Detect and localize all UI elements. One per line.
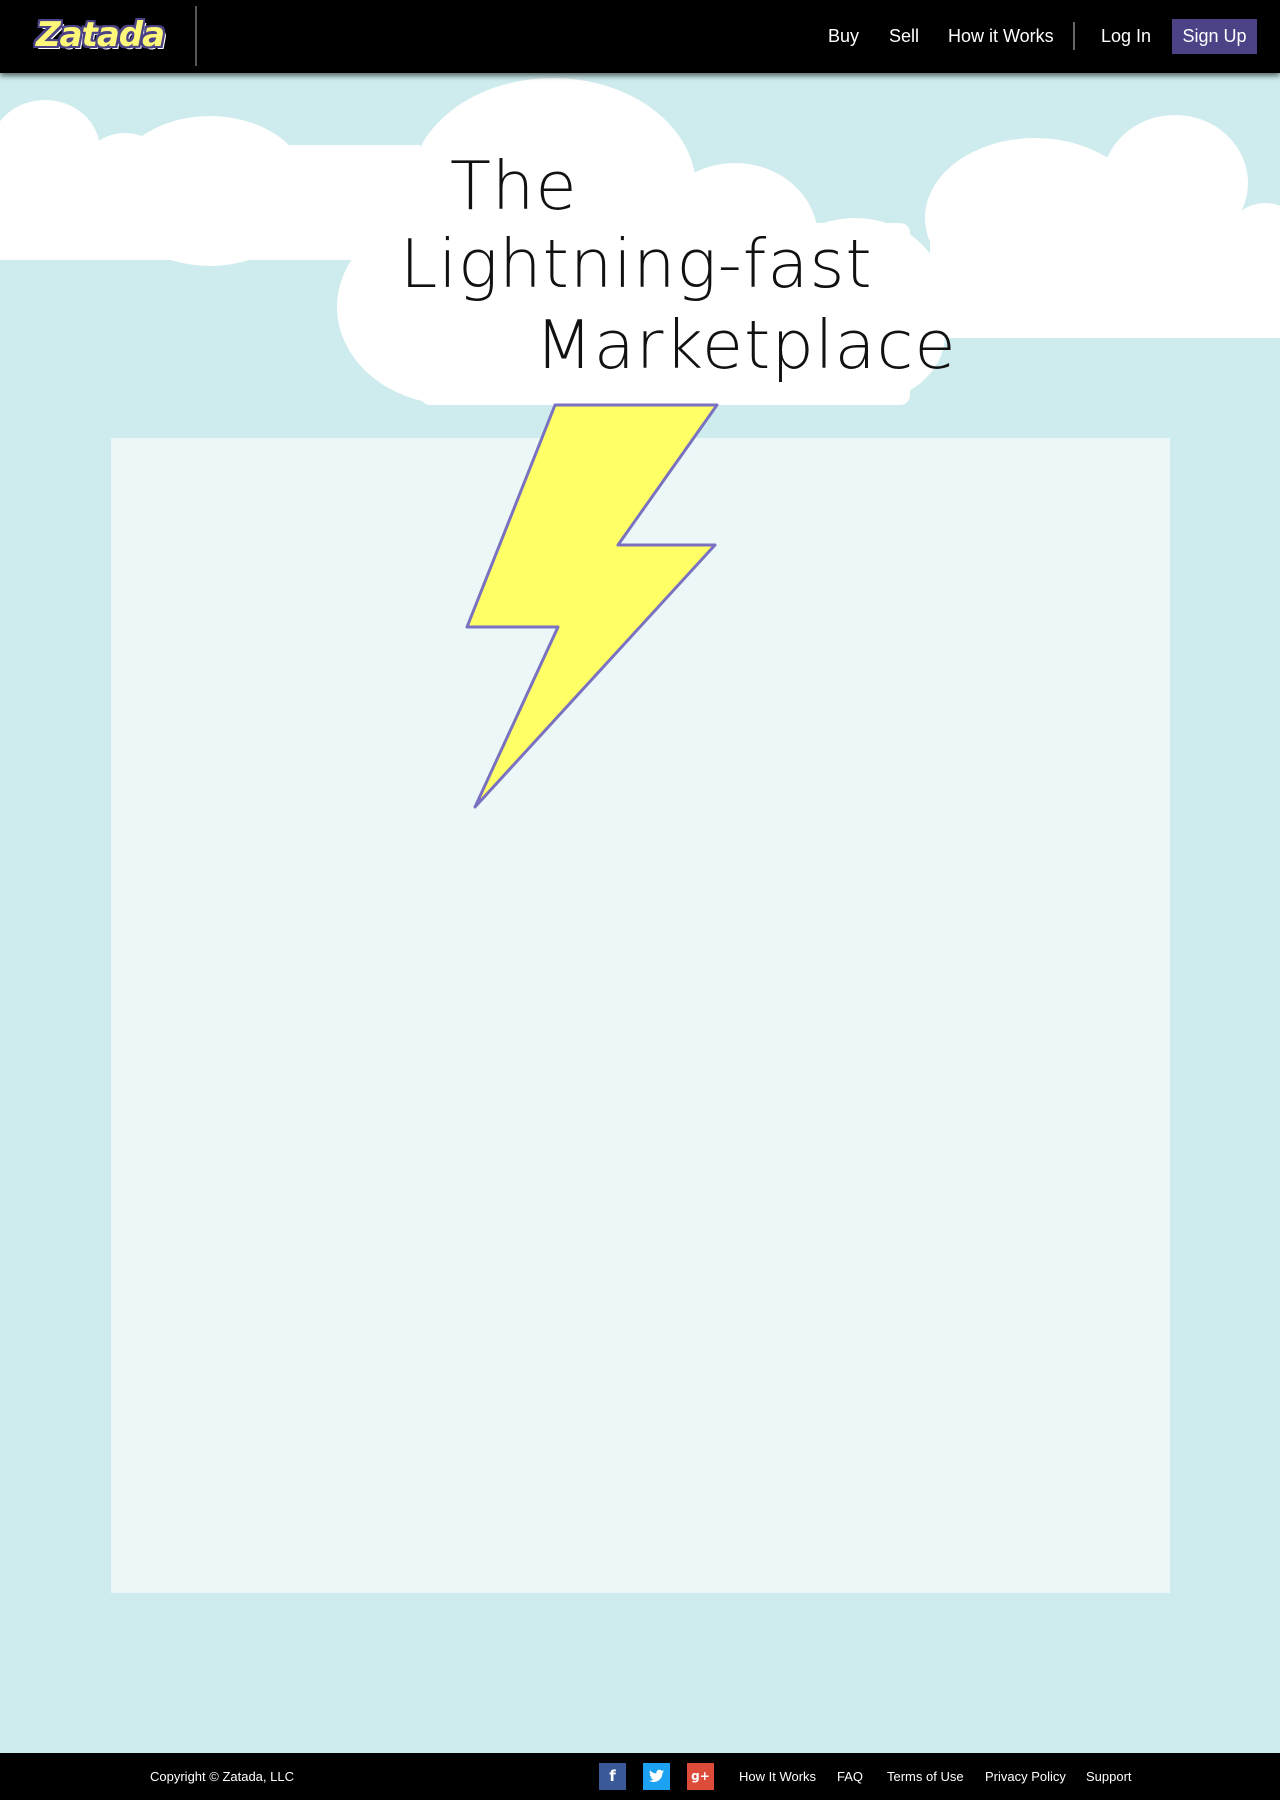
log-in-link[interactable]: Log In bbox=[1101, 22, 1151, 50]
footer: Copyright © Zatada, LLC f g+ How It Work… bbox=[0, 1753, 1280, 1800]
lightning-bolt-icon bbox=[465, 403, 719, 809]
nav-how-it-works-link[interactable]: How it Works bbox=[948, 22, 1054, 50]
footer-how-it-works-link[interactable]: How It Works bbox=[739, 1753, 816, 1800]
footer-support-link[interactable]: Support bbox=[1086, 1753, 1132, 1800]
nav-sell-link[interactable]: Sell bbox=[889, 22, 919, 50]
twitter-icon[interactable] bbox=[643, 1763, 670, 1790]
copyright-text: Copyright © Zatada, LLC bbox=[150, 1769, 294, 1784]
headline-line-1: The bbox=[450, 147, 578, 225]
footer-faq-link[interactable]: FAQ bbox=[837, 1753, 863, 1800]
footer-terms-link[interactable]: Terms of Use bbox=[887, 1753, 964, 1800]
page: Zatada Buy Sell How it Works Log In Sign… bbox=[0, 0, 1280, 1800]
headline-line-2: Lightning-fast bbox=[400, 225, 873, 303]
logo-divider bbox=[195, 6, 197, 66]
nav-divider bbox=[1073, 22, 1075, 50]
top-navigation-bar: Zatada Buy Sell How it Works Log In Sign… bbox=[0, 0, 1280, 73]
logo-text[interactable]: Zatada bbox=[36, 14, 165, 56]
facebook-icon[interactable]: f bbox=[599, 1763, 626, 1790]
nav-buy-link[interactable]: Buy bbox=[828, 22, 859, 50]
footer-privacy-link[interactable]: Privacy Policy bbox=[985, 1753, 1066, 1800]
twitter-bird-glyph bbox=[649, 1769, 664, 1782]
logo[interactable]: Zatada bbox=[36, 14, 165, 56]
headline-line-3: Marketplace bbox=[535, 306, 957, 384]
google-plus-icon[interactable]: g+ bbox=[687, 1763, 714, 1790]
sign-up-button[interactable]: Sign Up bbox=[1172, 19, 1257, 54]
